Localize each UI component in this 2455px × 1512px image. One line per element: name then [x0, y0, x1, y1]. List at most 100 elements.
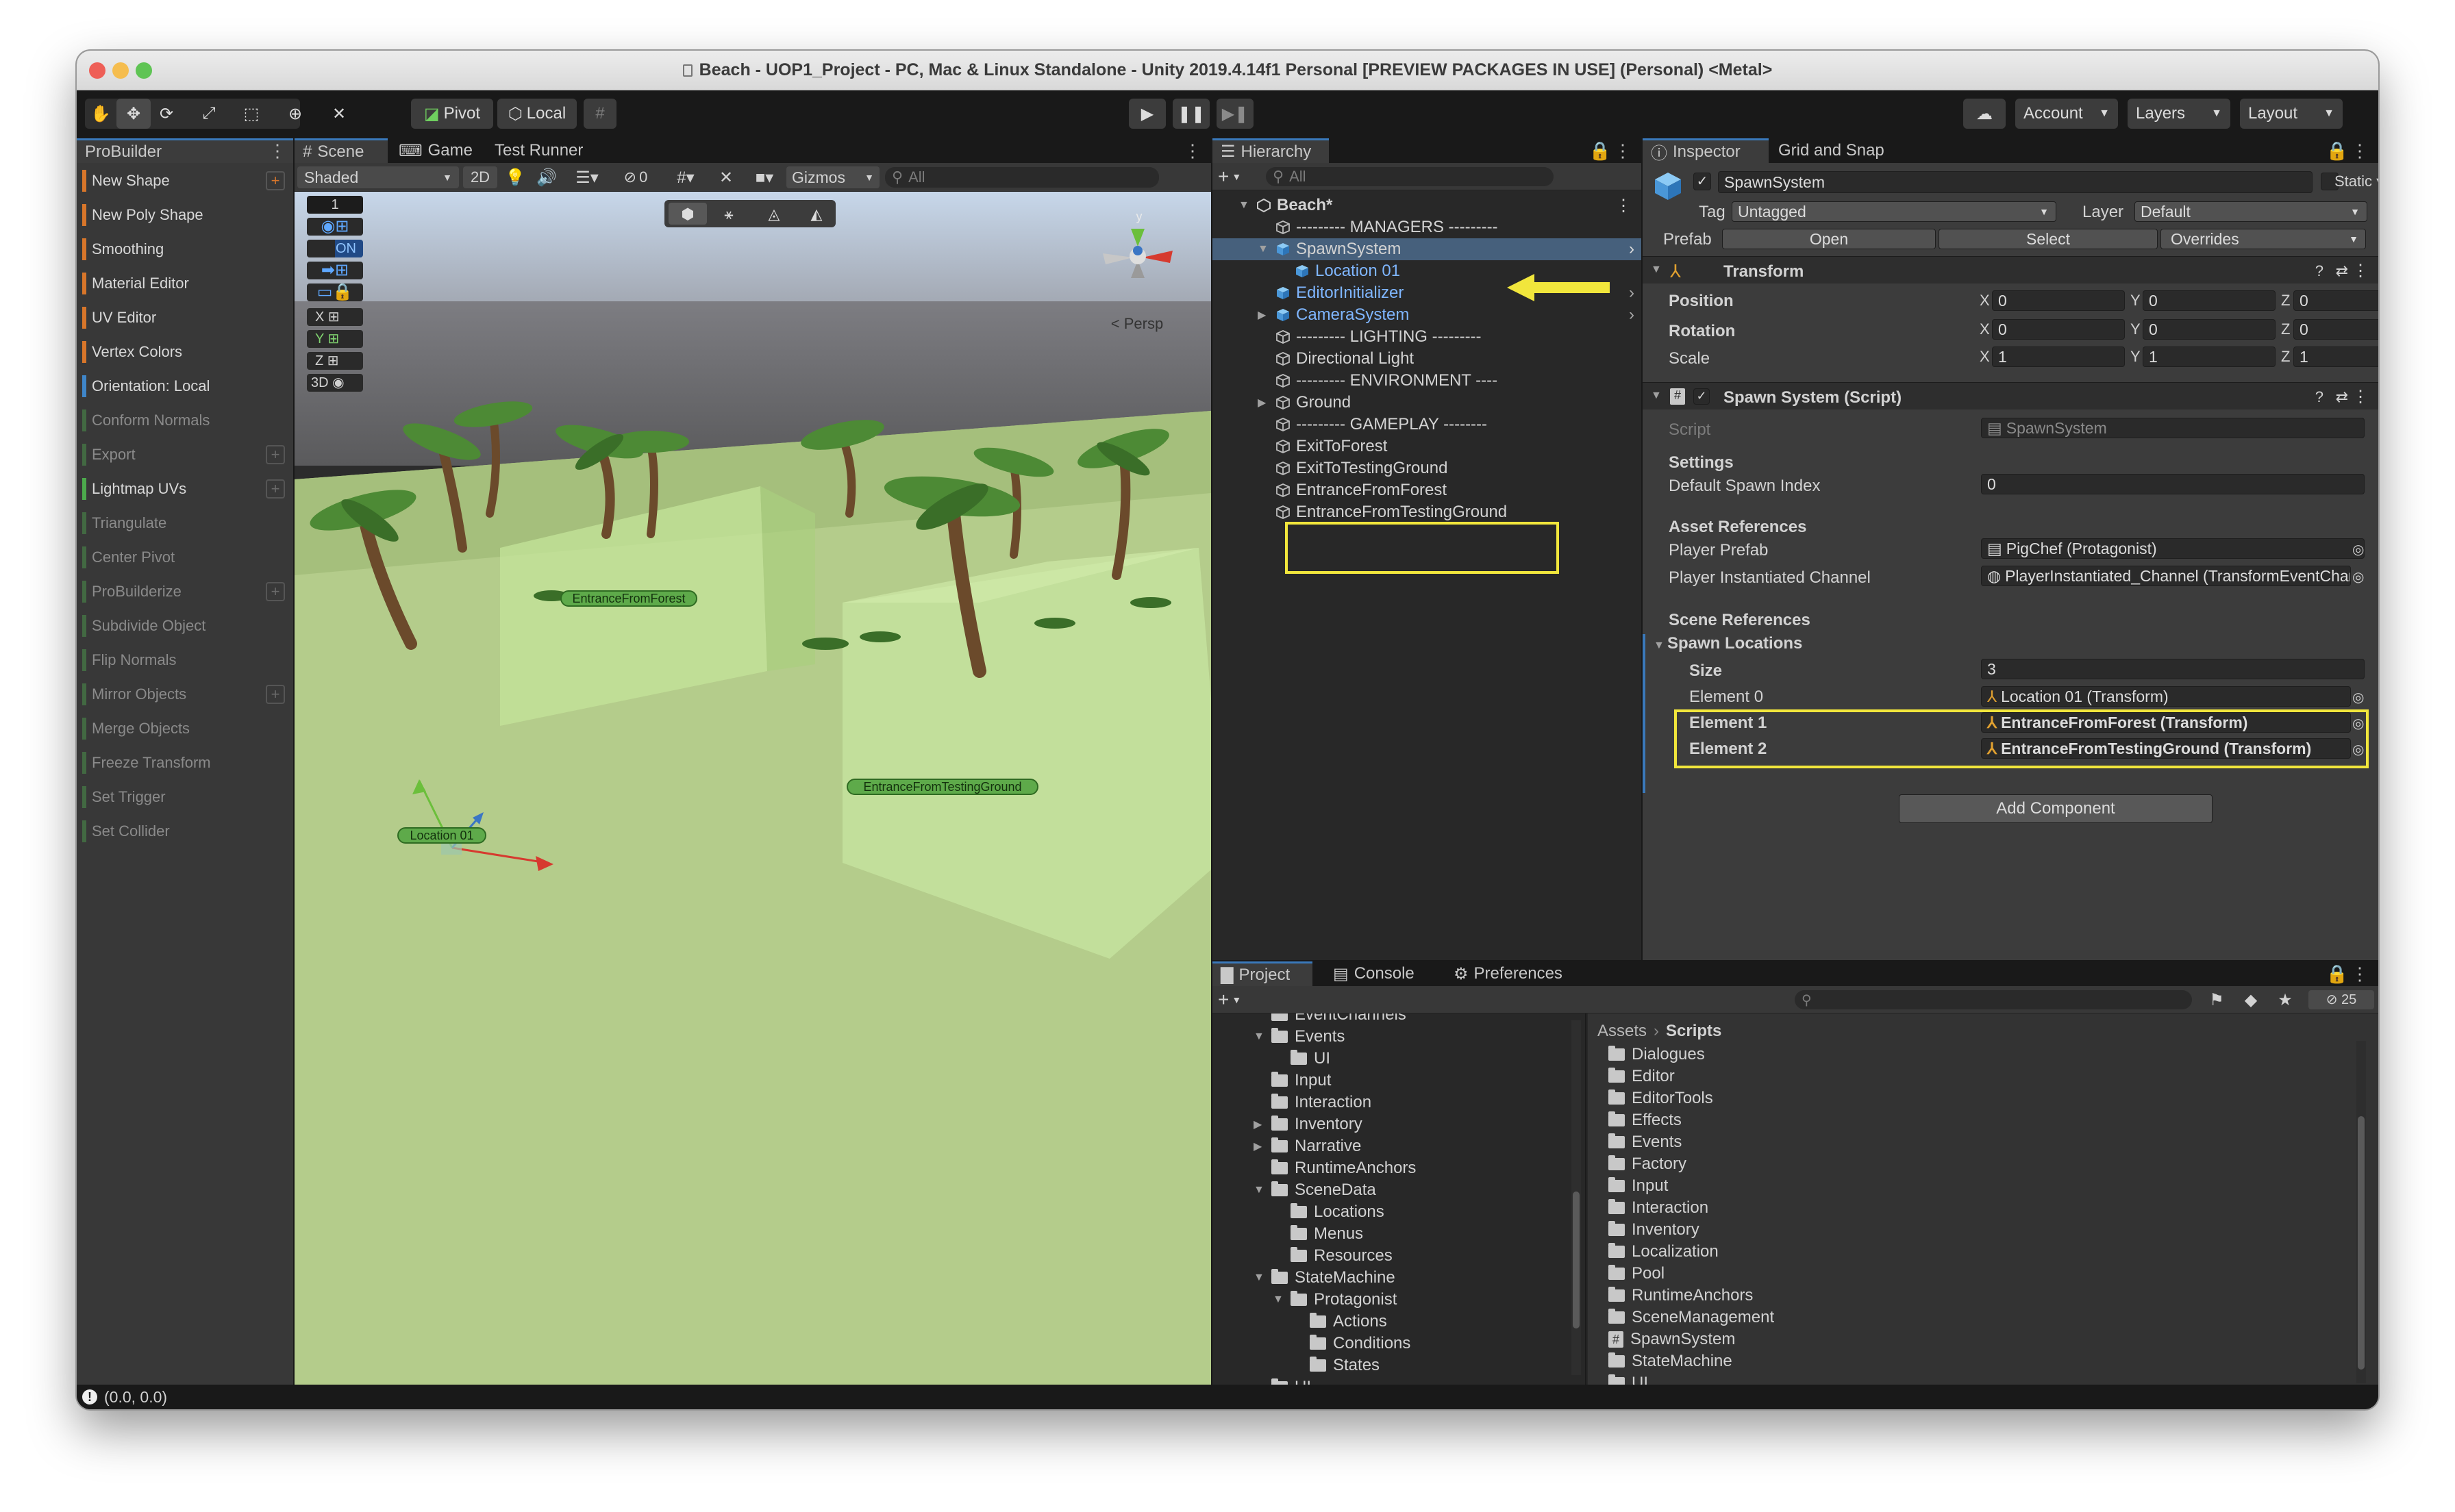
- grid-snap-icon[interactable]: #: [584, 99, 616, 129]
- options-plus-icon[interactable]: +: [266, 445, 285, 464]
- shading-mode-dropdown[interactable]: Shaded ▼: [297, 166, 459, 188]
- kebab-menu-icon[interactable]: ⋮: [2352, 387, 2369, 407]
- options-plus-icon[interactable]: +: [266, 171, 285, 190]
- probuilder-tool-1[interactable]: New Poly Shape: [82, 201, 289, 229]
- close-window-button[interactable]: [89, 62, 105, 79]
- rotation-z-field[interactable]: 0: [2293, 319, 2378, 340]
- camera-dropdown-icon[interactable]: ■▾: [743, 166, 786, 188]
- tab-inspector[interactable]: ⓘ Inspector: [1643, 138, 1769, 163]
- project-tree-item[interactable]: RuntimeAnchors: [1212, 1157, 1569, 1179]
- cloud-icon[interactable]: ☁: [1963, 99, 2006, 129]
- create-add-button[interactable]: + ▼: [1218, 164, 1252, 189]
- project-file-item[interactable]: Events: [1608, 1131, 1682, 1153]
- project-tree-item[interactable]: UI: [1212, 1048, 1569, 1070]
- prefab-open-button[interactable]: Open: [1722, 229, 1936, 249]
- probuilder-tool-8[interactable]: Export +: [82, 441, 289, 468]
- project-tree-item[interactable]: States: [1212, 1354, 1569, 1376]
- tab-probuilder[interactable]: ProBuilder: [77, 138, 293, 163]
- object-picker-icon[interactable]: ◎: [2352, 689, 2364, 706]
- fold-right-icon[interactable]: ▶: [1254, 1139, 1262, 1153]
- pane-divider[interactable]: [1585, 1013, 1586, 1385]
- probuilder-tool-10[interactable]: Triangulate: [82, 509, 289, 537]
- hierarchy-item[interactable]: EntranceFromForest: [1212, 479, 1641, 501]
- spawn-locations-foldout[interactable]: ▼ Spawn Locations: [1654, 634, 1802, 653]
- project-tree-item[interactable]: ▶ Inventory: [1212, 1113, 1569, 1135]
- probuilder-tool-12[interactable]: ProBuilderize +: [82, 578, 289, 605]
- zoom-window-button[interactable]: [136, 62, 152, 79]
- tools-toggle-icon[interactable]: ✕: [711, 166, 741, 188]
- fold-down-icon[interactable]: ▼: [1238, 199, 1249, 212]
- options-plus-icon[interactable]: +: [266, 479, 285, 499]
- probuilder-tool-3[interactable]: Material Editor: [82, 270, 289, 297]
- scale-y-field[interactable]: 1: [2143, 346, 2276, 367]
- project-tree-item[interactable]: UI: [1212, 1376, 1569, 1385]
- overlay-lock-icon[interactable]: ▭🔒: [307, 284, 363, 301]
- favorite-star-icon[interactable]: ★: [2271, 990, 2299, 1009]
- location01-scene-label[interactable]: Location 01: [397, 827, 486, 844]
- spawn-system-header[interactable]: ▼ # ✓ Spawn System (Script) ? ⇄ ⋮: [1643, 382, 2378, 410]
- element-0-field[interactable]: ⅄ Location 01 (Transform): [1981, 686, 2351, 707]
- move-tool-icon[interactable]: ✥: [116, 99, 151, 129]
- project-tree-item[interactable]: Locations: [1212, 1201, 1569, 1223]
- chevron-right-icon[interactable]: ›: [1629, 284, 1634, 303]
- probuilder-tool-19[interactable]: Set Collider: [82, 818, 289, 845]
- pivot-button[interactable]: ◪ Pivot: [411, 99, 493, 129]
- files-scrollbar-thumb[interactable]: [2358, 1116, 2365, 1370]
- presets-icon[interactable]: ⇄: [2336, 388, 2348, 406]
- component-enabled-checkbox[interactable]: ✓: [1693, 388, 1710, 405]
- options-plus-icon[interactable]: +: [266, 582, 285, 601]
- position-x-field[interactable]: 0: [1992, 290, 2125, 311]
- probuilder-tool-7[interactable]: Conform Normals: [82, 407, 289, 434]
- help-icon[interactable]: ?: [2315, 262, 2323, 280]
- project-file-item[interactable]: StateMachine: [1608, 1350, 1732, 1372]
- project-file-item[interactable]: RuntimeAnchors: [1608, 1285, 1753, 1307]
- project-tree-item[interactable]: ▶ Narrative: [1212, 1135, 1569, 1157]
- kebab-menu-icon[interactable]: ⋮: [269, 138, 286, 163]
- overlay-arrow-icon[interactable]: ➡⊞: [307, 262, 363, 279]
- entrance-testing-scene-label[interactable]: EntranceFromTestingGround: [847, 779, 1038, 795]
- project-tree-item[interactable]: EventChannels: [1212, 1013, 1569, 1026]
- scene-viewport[interactable]: ⬢ ⚹ ◬ ◭ y < Persp: [295, 192, 1211, 1385]
- project-file-item[interactable]: Interaction: [1608, 1197, 1708, 1219]
- hierarchy-item[interactable]: ExitToForest: [1212, 436, 1641, 457]
- hidden-objects-toggle[interactable]: ⊘ 0: [611, 166, 660, 188]
- fold-down-icon[interactable]: ▼: [1254, 1184, 1264, 1196]
- object-picker-icon[interactable]: ◎: [2352, 541, 2364, 558]
- layout-dropdown[interactable]: Layout ▼: [2240, 99, 2343, 129]
- hierarchy-item[interactable]: ▶ CameraSystem ›: [1212, 304, 1641, 326]
- hierarchy-item[interactable]: ExitToTestingGround: [1212, 457, 1641, 479]
- overlay-z-toggle[interactable]: Z ⊞: [307, 352, 363, 370]
- fold-down-icon[interactable]: ▼: [1273, 1294, 1284, 1306]
- probuilder-tool-9[interactable]: Lightmap UVs +: [82, 475, 289, 503]
- project-tree-item[interactable]: ▼ Protagonist: [1212, 1289, 1569, 1311]
- icon-size-slider[interactable]: [2347, 1360, 2374, 1374]
- object-name-field[interactable]: SpawnSystem: [1718, 171, 2313, 193]
- position-z-field[interactable]: 0: [2293, 290, 2378, 311]
- scale-z-field[interactable]: 1: [2293, 346, 2378, 367]
- scene-search-input[interactable]: ⚲ All: [885, 167, 1159, 188]
- project-file-item[interactable]: UI: [1608, 1372, 1648, 1385]
- probuilder-tool-5[interactable]: Vertex Colors: [82, 338, 289, 366]
- grid-dropdown-icon[interactable]: #▾: [662, 166, 710, 188]
- active-checkbox[interactable]: ✓: [1693, 173, 1711, 190]
- project-file-item[interactable]: Pool: [1608, 1263, 1665, 1285]
- project-tree-item[interactable]: ▼ StateMachine: [1212, 1267, 1569, 1289]
- probuilder-tool-6[interactable]: Orientation: Local: [82, 373, 289, 400]
- audio-toggle-icon[interactable]: 🔊: [532, 166, 562, 188]
- project-file-item[interactable]: Effects: [1608, 1109, 1682, 1131]
- hierarchy-item[interactable]: ▼ Beach* ⋮: [1212, 194, 1641, 216]
- scale-x-field[interactable]: 1: [1992, 346, 2125, 367]
- transform-header[interactable]: ▼ ⅄ Transform ? ⇄ ⋮: [1643, 256, 2378, 284]
- kebab-menu-icon[interactable]: ⋮: [1184, 138, 1201, 163]
- lighting-toggle-icon[interactable]: 💡: [500, 166, 530, 188]
- project-file-item[interactable]: Inventory: [1608, 1219, 1699, 1241]
- hidden-packages-toggle[interactable]: ⊘ 25: [2308, 990, 2374, 1009]
- presets-icon[interactable]: ⇄: [2336, 262, 2348, 280]
- probuilder-tool-16[interactable]: Merge Objects: [82, 715, 289, 742]
- minimize-window-button[interactable]: [112, 62, 129, 79]
- play-button[interactable]: ▶: [1129, 99, 1166, 129]
- project-tree-item[interactable]: Resources: [1212, 1245, 1569, 1267]
- fold-down-icon[interactable]: ▼: [1254, 1272, 1264, 1284]
- transform-tool-icon[interactable]: ⊕: [281, 99, 310, 129]
- chevron-right-icon[interactable]: ›: [1629, 240, 1634, 259]
